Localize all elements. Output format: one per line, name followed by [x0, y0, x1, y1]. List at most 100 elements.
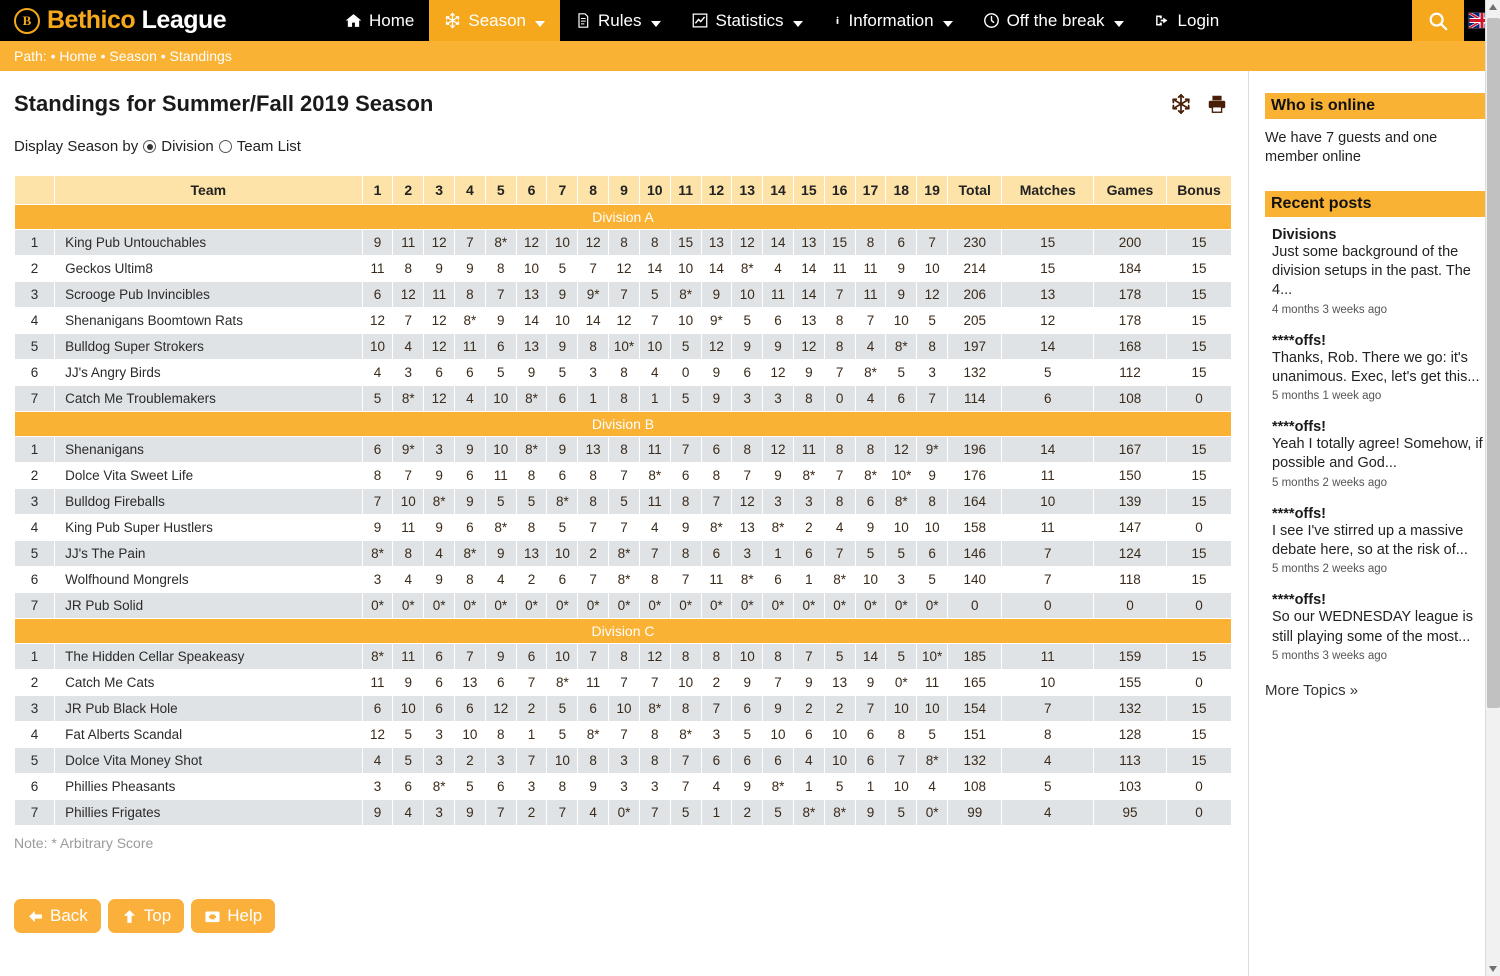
table-row[interactable]: 3 JR Pub Black Hole 6 10 6 6 12 2 5 6 10 8* 8 7 6 9 2 2 7 1… — [15, 696, 1231, 721]
table-row[interactable]: 3 Bulldog Fireballs 7 10 8* 9 5 5 8* 8 5 11 8 7 12 3 3 8 6… — [15, 489, 1231, 514]
row-week-17: 6 — [855, 722, 886, 747]
row-bonus: 15 — [1166, 437, 1231, 462]
row-week-14: 3 — [763, 386, 793, 411]
nav-item-rules[interactable]: Rules — [560, 0, 675, 41]
row-week-6: 8 — [516, 463, 547, 488]
back-button[interactable]: Back — [14, 899, 101, 933]
nav-item-statistics[interactable]: Statistics — [676, 0, 818, 41]
row-rank: 4 — [15, 308, 55, 333]
table-row[interactable]: 5 JJ's The Pain 8* 8 4 8* 9 13 10 2 8* 7 8 6 3 1 6 7 5 5 6 14… — [15, 541, 1231, 566]
table-row[interactable]: 5 Bulldog Super Strokers 10 4 12 11 6 13 9 8 10* 10… — [15, 334, 1231, 359]
row-games: 167 — [1093, 437, 1166, 462]
brand-word-1: Bethico — [47, 6, 136, 34]
snowflake-icon[interactable] — [1170, 93, 1192, 115]
table-row[interactable]: 2 Dolce Vita Sweet Life 8 7 9 6 11 8 6 8 7 8* 6 8 7 9 8*… — [15, 463, 1231, 488]
row-week-17: 0* — [855, 593, 886, 618]
recent-post-title[interactable]: ****offs! — [1272, 333, 1488, 349]
page-scrollbar[interactable] — [1485, 0, 1500, 976]
more-topics-link[interactable]: More Topics » — [1265, 682, 1488, 699]
scroll-thumb[interactable] — [1487, 18, 1500, 708]
table-row[interactable]: 4 Fat Alberts Scandal 12 5 3 10 8 1 5 8* 7 8 8* 3 5 10 6… — [15, 722, 1231, 747]
table-row[interactable]: 2 Catch Me Cats 11 9 6 13 6 7 8* 11 7 7 10 2 9 7 9 13 9 0* 1… — [15, 670, 1231, 695]
search-icon[interactable] — [1412, 0, 1464, 41]
nav-item-season[interactable]: Season — [429, 0, 561, 41]
row-bonus: 15 — [1166, 541, 1231, 566]
row-week-1: 4 — [362, 748, 393, 773]
table-row[interactable]: 7 JR Pub Solid 0* 0* 0* 0* 0* 0* 0* 0* 0* 0* 0* 0* 0* 0… — [15, 593, 1231, 618]
row-week-17: 9 — [855, 670, 886, 695]
row-week-4: 7 — [455, 644, 485, 669]
table-row[interactable]: 2 Geckos Ultim8 11 8 9 9 8 10 5 7 12 14 10 14 8* 4 14 11 1… — [15, 256, 1231, 281]
row-week-5: 9 — [485, 541, 516, 566]
table-row[interactable]: 7 Catch Me Troublemakers 5 8* 12 4 10 8* 6 1 8 1 5 9 3… — [15, 386, 1231, 411]
row-week-2: 5 — [393, 748, 424, 773]
row-week-2: 11 — [393, 230, 424, 255]
row-week-9: 0* — [609, 593, 639, 618]
scroll-down-icon[interactable] — [1489, 966, 1497, 972]
table-row[interactable]: 6 JJ's Angry Birds 4 3 6 6 5 9 5 3 8 4 0 9 6 12 9 7 8* 5 3 13… — [15, 360, 1231, 385]
nav-item-login[interactable]: Login — [1139, 0, 1235, 41]
row-week-13: 6 — [732, 360, 763, 385]
row-team-name: Dolce Vita Sweet Life — [55, 463, 362, 488]
radio-team-list-label[interactable]: Team List — [237, 138, 301, 155]
breadcrumb-text: Path: • Home • Season • Standings — [14, 48, 232, 64]
row-week-15: 14 — [793, 256, 824, 281]
recent-post-title[interactable]: Divisions — [1272, 227, 1488, 243]
table-row[interactable]: 6 Wolfhound Mongrels 3 4 9 8 4 2 6 7 8* 8 7 11 8* 6 1 8* 1… — [15, 567, 1231, 592]
row-week-8: 7 — [578, 515, 609, 540]
top-button[interactable]: Top — [107, 899, 185, 933]
row-week-10: 7 — [639, 308, 670, 333]
recent-post-item[interactable]: ****offs! So our WEDNESDAY league is stil… — [1265, 592, 1488, 662]
row-week-15: 1 — [793, 567, 824, 592]
row-week-10: 8* — [639, 696, 670, 721]
row-week-6: 12 — [516, 230, 547, 255]
table-row[interactable]: 1 The Hidden Cellar Speakeasy 8* 11 6 7 9 6 10 7 8… — [15, 644, 1231, 669]
recent-post-title[interactable]: ****offs! — [1272, 592, 1488, 608]
table-row[interactable]: 1 Shenanigans 6 9* 3 9 10 8* 9 13 8 11 7 6 8 12 11 8 8 12 9*… — [15, 437, 1231, 462]
row-team-name: Catch Me Troublemakers — [55, 386, 362, 411]
row-week-7: 10 — [547, 644, 578, 669]
recent-post-title[interactable]: ****offs! — [1272, 419, 1488, 435]
scroll-up-icon[interactable] — [1489, 4, 1497, 10]
radio-division[interactable] — [143, 140, 157, 153]
recent-post-item[interactable]: Divisions Just some background of the div… — [1265, 227, 1488, 316]
table-row[interactable]: 7 Phillies Frigates 9 4 3 9 7 2 7 4 0* 7 5 1 2 5 8* 8* 9 5 0… — [15, 800, 1231, 825]
nav-item-information[interactable]: Information — [818, 0, 968, 41]
nav-item-home[interactable]: Home — [330, 0, 429, 41]
row-week-10: 12 — [639, 644, 670, 669]
row-week-15: 8 — [793, 386, 824, 411]
row-games: 113 — [1093, 748, 1166, 773]
row-week-16: 8 — [824, 437, 855, 462]
row-week-5: 10 — [485, 386, 516, 411]
row-week-2: 8 — [393, 256, 424, 281]
recent-post-excerpt: Thanks, Rob. There we go: it's unanimous… — [1272, 349, 1480, 385]
row-week-16: 15 — [824, 230, 855, 255]
row-week-19: 10 — [917, 515, 947, 540]
top-navigation-bar: B Bethico League Home Season Rules Statisti… — [0, 0, 1500, 41]
clock-icon — [983, 12, 1000, 29]
table-row[interactable]: 4 Shenanigans Boomtown Rats 12 7 12 8* 9 14 10 14… — [15, 308, 1231, 333]
row-games: 159 — [1093, 644, 1166, 669]
table-row[interactable]: 3 Scrooge Pub Invincibles 6 12 11 8 7 13 9 9* 7 5 8*… — [15, 282, 1231, 307]
recent-posts-list: Divisions Just some background of the div… — [1265, 227, 1488, 662]
recent-post-item[interactable]: ****offs! Thanks, Rob. There we go: it's … — [1265, 333, 1488, 403]
recent-post-item[interactable]: ****offs! I see I've stirred up a massive… — [1265, 506, 1488, 576]
table-row[interactable]: 5 Dolce Vita Money Shot 4 5 3 2 3 7 10 8 3 8 7 6 6 6 4 10… — [15, 748, 1231, 773]
table-row[interactable]: 6 Phillies Pheasants 3 6 8* 5 6 3 8 9 3 3 7 4 9 8* 1 5 1 10… — [15, 774, 1231, 799]
site-logo[interactable]: B Bethico League — [0, 0, 330, 41]
row-week-9: 8* — [609, 567, 639, 592]
row-week-7: 5 — [547, 722, 578, 747]
recent-post-item[interactable]: ****offs! Yeah I totally agree! Somehow, … — [1265, 419, 1488, 489]
table-row[interactable]: 1 King Pub Untouchables 9 11 12 7 8* 12 10 12 8 8 15… — [15, 230, 1231, 255]
radio-division-label[interactable]: Division — [161, 138, 214, 155]
row-week-3: 8* — [424, 774, 454, 799]
recent-post-title[interactable]: ****offs! — [1272, 506, 1488, 522]
radio-team-list[interactable] — [218, 140, 232, 153]
nav-item-off-the-break[interactable]: Off the break — [968, 0, 1139, 41]
row-week-10: 11 — [639, 489, 670, 514]
table-row[interactable]: 4 King Pub Super Hustlers 9 11 9 6 8* 8 5 7 7 4 9 8* 1… — [15, 515, 1231, 540]
nav-item-label: Season — [468, 10, 527, 30]
help-button[interactable]: Help — [191, 899, 276, 933]
printer-icon[interactable] — [1206, 93, 1228, 115]
row-week-5: 0* — [485, 593, 516, 618]
